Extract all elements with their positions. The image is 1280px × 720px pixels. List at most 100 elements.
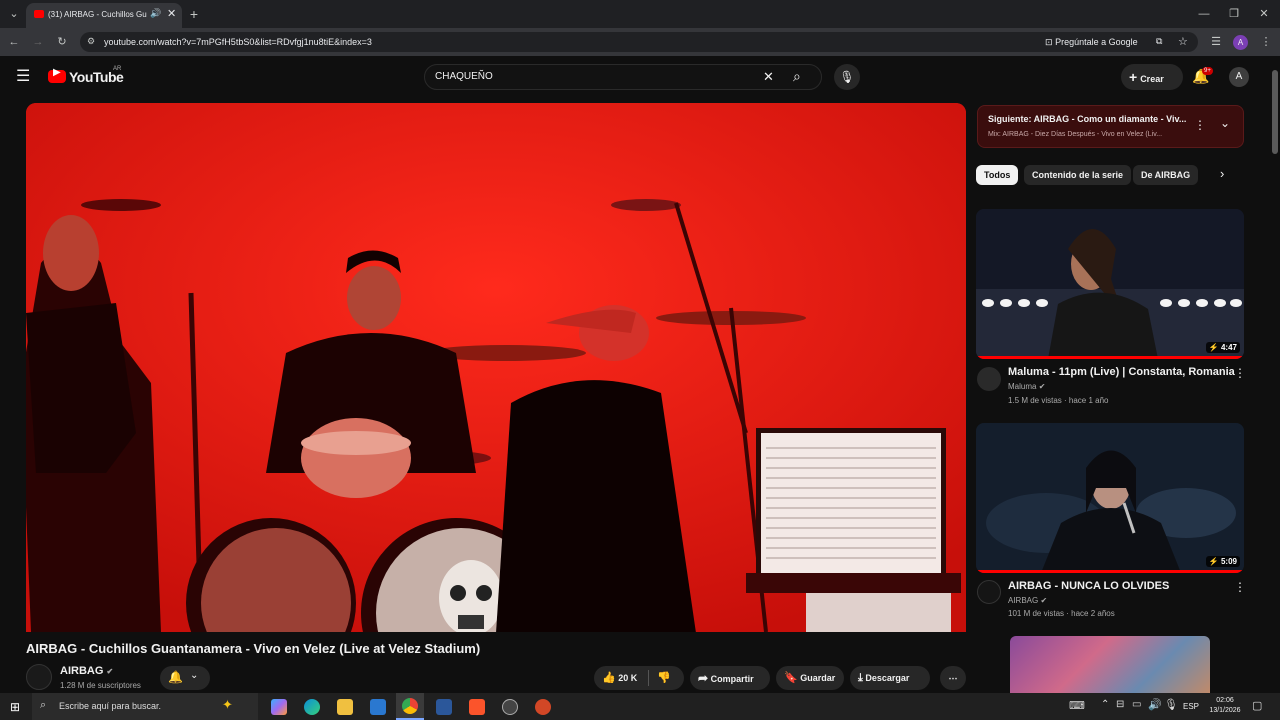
rec-channel-avatar-1[interactable] (977, 367, 1001, 391)
rec-channel-1[interactable]: Maluma ✔ (1008, 382, 1045, 391)
taskbar-clock[interactable]: 02:06 13/1/2026 (1205, 696, 1245, 716)
clock-time: 02:06 (1216, 697, 1234, 704)
chrome-menu-icon[interactable]: ⋮ (1256, 32, 1276, 52)
rec-title-1[interactable]: Maluma - 11pm (Live) | Constanta, Romani… (1008, 366, 1235, 378)
brave-browser-icon[interactable] (469, 699, 485, 715)
search-input[interactable]: CHAQUEÑO (435, 71, 493, 82)
search-icon[interactable]: ⌕ (793, 68, 801, 85)
app-icon[interactable] (502, 699, 518, 715)
search-box[interactable]: CHAQUEÑO ✕ ⌕ (424, 64, 822, 90)
taskbar-search-box[interactable]: ⌕ Escribe aquí para buscar. ✦ (32, 693, 258, 720)
create-button[interactable]: + Crear (1121, 64, 1183, 90)
tab-title: (31) AIRBAG - Cuchillos Gu (48, 10, 147, 19)
chip-series-content[interactable]: Contenido de la serie (1024, 165, 1132, 185)
install-icon[interactable]: ⧉ (1156, 36, 1162, 47)
channel-name[interactable]: AIRBAG ✔ (60, 665, 113, 677)
keyboard-icon[interactable]: ⌨ (1069, 699, 1085, 712)
play-triangle-icon: ▶ (53, 67, 61, 78)
reload-icon[interactable]: ↻ (52, 32, 72, 52)
playlist-panel[interactable]: Siguiente: AIRBAG - Como un diamante - V… (977, 105, 1244, 148)
expand-chevron-icon[interactable]: ⌄ (1220, 116, 1230, 130)
like-divider (648, 670, 649, 686)
windows-start-icon[interactable]: ⊞ (10, 700, 20, 714)
chips-next-icon[interactable]: › (1220, 166, 1224, 181)
video-player[interactable] (26, 103, 966, 632)
word-app-icon[interactable] (436, 699, 452, 715)
show-hidden-icons-icon[interactable]: ⌃ (1101, 699, 1109, 710)
duration-badge-1: ⚡ 4:47 (1205, 342, 1240, 353)
share-button[interactable]: ➦ Compartir (690, 666, 770, 690)
battery-icon[interactable]: ▭ (1132, 699, 1141, 710)
channel-avatar[interactable] (26, 664, 52, 690)
mail-app-icon[interactable] (370, 699, 386, 715)
rec-meta-2: 101 M de vistas · hace 2 años (1008, 609, 1115, 618)
lens-icon: ⊡ (1045, 37, 1053, 47)
back-icon[interactable]: ← (4, 32, 24, 52)
rec-thumbnail-2[interactable]: ⚡ 5:09 (976, 423, 1244, 573)
minimize-icon[interactable]: — (1194, 4, 1214, 24)
more-actions-icon[interactable]: ⋯ (940, 666, 966, 690)
rec-title-2[interactable]: AIRBAG - NUNCA LO OLVIDES (1008, 580, 1169, 592)
ask-google-button[interactable]: ⊡ Pregúntale a Google (1045, 37, 1138, 48)
cymbal-left (81, 199, 161, 211)
site-info-icon[interactable]: ⚙ (87, 36, 95, 47)
new-tab-icon[interactable]: + (184, 4, 204, 24)
rec-thumbnail-3[interactable] (1010, 636, 1210, 693)
copilot-app-icon[interactable] (271, 699, 287, 715)
region-code: AR (113, 66, 122, 72)
forward-icon[interactable]: → (28, 32, 48, 52)
bookmark-star-icon[interactable]: ☆ (1178, 35, 1188, 48)
speaker-icon[interactable]: 🔊 (150, 8, 161, 19)
network-icon[interactable]: ⊟ (1116, 699, 1124, 710)
browser-tab[interactable]: (31) AIRBAG - Cuchillos Gu 🔊 ✕ (26, 3, 182, 28)
youtube-favicon-icon (34, 10, 44, 18)
rec-thumbnail-1[interactable]: ⚡ 4:47 (976, 209, 1244, 359)
volume-icon[interactable]: 🔊 (1148, 698, 1162, 711)
channel-name-text: AIRBAG (60, 665, 104, 677)
rec-thumbnail-1-image (976, 209, 1244, 359)
close-tab-icon[interactable]: ✕ (167, 7, 176, 20)
url-field[interactable]: ⚙ youtube.com/watch?v=7mPGfH5tbS0&list=R… (80, 32, 1198, 52)
edge-browser-icon[interactable] (304, 699, 320, 715)
chip-from-airbag[interactable]: De AIRBAG (1133, 165, 1199, 185)
clock-date: 13/1/2026 (1209, 707, 1241, 714)
ask-google-label: Pregúntale a Google (1055, 37, 1138, 47)
chip-todos[interactable]: Todos (976, 165, 1019, 185)
save-button[interactable]: 🔖 Guardar (776, 666, 844, 690)
restore-icon[interactable]: ❐ (1224, 4, 1244, 24)
language-indicator[interactable]: ESP (1183, 702, 1199, 711)
profile-avatar[interactable]: A (1233, 35, 1248, 50)
subscription-bell-button[interactable]: 🔔 ⌄ (160, 666, 210, 690)
address-bar-row: ← → ↻ ⚙ youtube.com/watch?v=7mPGfH5tbS0&… (0, 28, 1280, 56)
scrollbar-thumb[interactable] (1272, 70, 1278, 154)
youtube-logo[interactable]: ▶ YouTube AR (48, 66, 124, 89)
rec-channel-2[interactable]: AIRBAG ✔ (1008, 596, 1047, 605)
playlist-menu-icon[interactable]: ⋮ (1194, 118, 1206, 132)
notifications-center-icon[interactable]: ▢ (1252, 699, 1262, 712)
file-explorer-icon[interactable] (337, 699, 353, 715)
create-label: Crear (1140, 74, 1164, 84)
download-label: Descargar (865, 673, 910, 683)
page-scrollbar[interactable] (1270, 56, 1280, 693)
close-window-icon[interactable]: ✕ (1254, 4, 1274, 24)
rec-menu-icon-2[interactable]: ⋮ (1234, 580, 1246, 594)
tab-search-icon[interactable]: ⌄ (4, 4, 24, 24)
download-button[interactable]: ⤓ Descargar (850, 666, 930, 690)
share-icon: ➦ (698, 671, 709, 685)
plus-icon: + (1129, 69, 1138, 85)
microphone-icon[interactable]: 🎙 (1164, 698, 1178, 711)
hamburger-menu-icon[interactable]: ☰ (16, 69, 30, 85)
shorts-icon: ⚡ (1208, 343, 1219, 352)
next-up-text: Siguiente: AIRBAG - Como un diamante - V… (988, 114, 1187, 124)
voice-search-icon[interactable]: 🎙 (834, 64, 860, 90)
user-avatar[interactable]: A (1229, 67, 1249, 87)
like-button[interactable]: 👍 20 K (594, 666, 646, 690)
taskbar-search-icon: ⌕ (40, 699, 47, 711)
chrome-taskbar-active[interactable] (396, 693, 424, 720)
rec-channel-avatar-2[interactable] (977, 580, 1001, 604)
reading-list-icon[interactable]: ☰ (1206, 32, 1226, 52)
rec-menu-icon-1[interactable]: ⋮ (1234, 366, 1246, 380)
powerpoint-app-icon[interactable] (535, 699, 551, 715)
clear-search-icon[interactable]: ✕ (763, 69, 774, 85)
thumbs-down-icon[interactable]: 👎 (657, 666, 671, 690)
